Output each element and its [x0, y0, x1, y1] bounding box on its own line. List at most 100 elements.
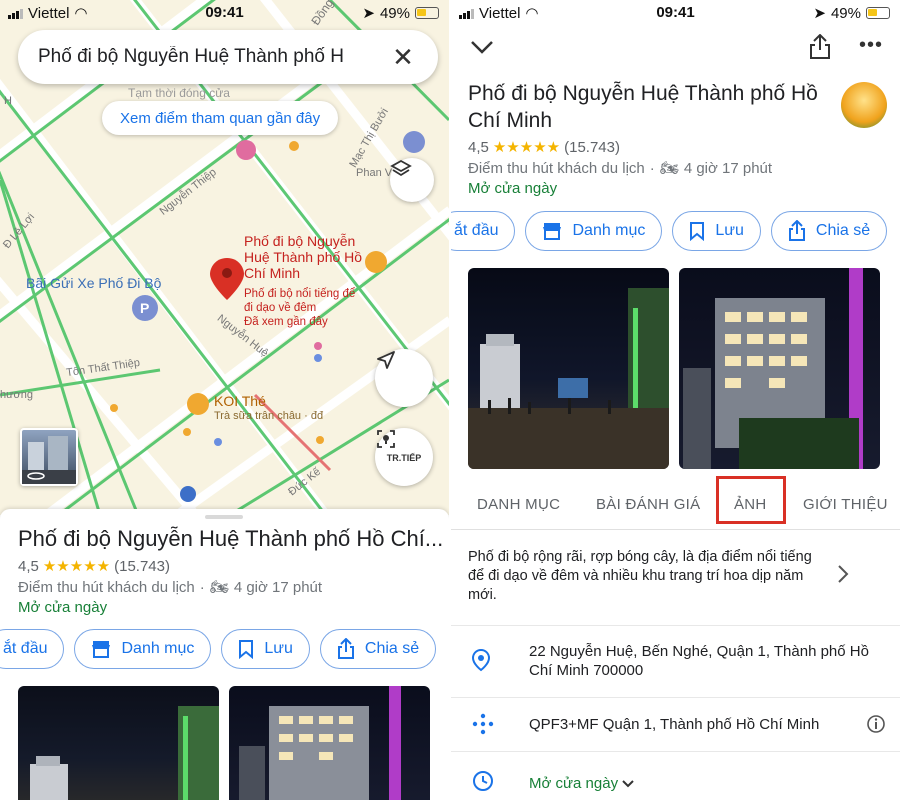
street-view-icon	[22, 436, 76, 484]
street-h: H	[4, 95, 12, 107]
photo-strip	[468, 268, 880, 469]
place-thumbnail[interactable]	[841, 82, 887, 128]
tab-reviews[interactable]: BÀI ĐÁNH GIÁ	[596, 478, 700, 530]
chevron-right-icon[interactable]	[836, 563, 850, 590]
live-view-icon	[377, 430, 395, 448]
review-count: (15.743)	[114, 557, 170, 575]
action-row: ắt đầu Danh mục Lưu Chia sẻ	[0, 629, 437, 669]
map-koi-desc: Trà sữa trân châu · đđ	[214, 410, 324, 422]
save-label: Lưu	[715, 222, 744, 239]
rating-row[interactable]: 4,5 ★★★★★ (15.743)	[18, 557, 170, 576]
rating-stars-icon: ★★★★★	[492, 139, 561, 156]
location-arrow-icon: ➤	[362, 5, 375, 22]
bookmark-icon	[238, 639, 254, 659]
category-button[interactable]: Danh mục	[74, 629, 212, 669]
category-label: Danh mục	[572, 222, 646, 239]
address-row[interactable]: 22 Nguyễn Huệ, Bến Nghé, Quận 1, Thành p…	[451, 625, 900, 697]
start-label: ắt đầu	[3, 640, 48, 657]
hours-text: Mở cửa ngày	[529, 775, 619, 792]
chevron-down-small-icon[interactable]	[621, 776, 635, 794]
category-button[interactable]: Danh mục	[525, 211, 663, 251]
rating-value: 4,5	[18, 557, 39, 575]
address-text: 22 Nguyễn Huệ, Bến Nghé, Quận 1, Thành p…	[529, 643, 869, 679]
place-title: Phố đi bộ Nguyễn Huệ Thành phố Hồ Chí...	[18, 526, 443, 551]
svg-text:P: P	[140, 300, 149, 316]
map-place-desc: Phố đi bộ nổi tiếng để đi dạo về đêm Đã …	[244, 288, 356, 328]
save-button[interactable]: Lưu	[672, 211, 761, 251]
location-arrow-icon: ➤	[813, 5, 826, 22]
share-icon	[337, 638, 355, 660]
hours-status: Mở cửa ngày	[468, 180, 558, 197]
photo-strip	[18, 686, 430, 800]
nearby-attractions-chip[interactable]: Xem điểm tham quan gần đây	[102, 101, 339, 135]
start-button[interactable]: ắt đầu	[451, 211, 516, 251]
battery-percent: 49%	[830, 4, 861, 22]
tab-categories[interactable]: DANH MỤC	[477, 478, 560, 530]
photo-night-square[interactable]	[468, 268, 669, 469]
plus-code-row[interactable]: QPF3+MF Quận 1, Thành phố Hồ Chí Minh	[451, 697, 900, 751]
photos-tab-highlight	[716, 476, 786, 524]
navigation-arrow-icon	[377, 351, 395, 369]
motorbike-icon: 🏍	[209, 579, 229, 596]
motorbike-icon: 🏍	[659, 160, 679, 177]
hours-row[interactable]: Mở cửa ngày	[451, 751, 900, 800]
bottom-sheet[interactable]: Phố đi bộ Nguyễn Huệ Thành phố Hồ Chí...…	[0, 509, 449, 800]
share-icon[interactable]	[809, 33, 831, 65]
sheet-handle[interactable]	[205, 515, 243, 519]
street-huong: hương	[0, 389, 33, 401]
category-label: Danh mục	[121, 640, 195, 657]
start-button[interactable]: ắt đầu	[0, 629, 65, 669]
share-label: Chia sẻ	[364, 640, 420, 657]
street-phan-van: Phan V	[356, 167, 393, 179]
photo-night-street[interactable]	[18, 686, 219, 800]
travel-time: 4 giờ 17 phút	[233, 578, 323, 596]
review-count: (15.743)	[564, 138, 620, 156]
close-icon[interactable]: ✕	[388, 42, 418, 73]
search-input[interactable]: Phố đi bộ Nguyễn Huệ Thành phố H	[38, 46, 388, 68]
rating-row[interactable]: 4,5 ★★★★★ (15.743)	[468, 138, 620, 157]
street-view-thumbnail[interactable]	[20, 428, 78, 486]
save-button[interactable]: Lưu	[221, 629, 310, 669]
locate-button[interactable]	[375, 349, 433, 407]
clock-icon	[471, 769, 495, 798]
status-bar: Viettel ◠ 09:41 ➤ 49%	[0, 0, 449, 26]
live-view-button[interactable]: TR.TIẾP	[375, 428, 433, 486]
category-label: Điểm thu hút khách du lịch	[18, 578, 195, 596]
share-icon	[788, 220, 806, 242]
battery-percent: 49%	[379, 4, 410, 22]
share-button[interactable]: Chia sẻ	[319, 629, 437, 669]
bookmark-icon	[689, 221, 705, 241]
plus-code-text: QPF3+MF Quận 1, Thành phố Hồ Chí Minh	[529, 716, 820, 733]
info-icon[interactable]	[866, 714, 886, 739]
tab-bar: DANH MỤC BÀI ĐÁNH GIÁ ẢNH GIỚI THIỆU	[451, 478, 900, 530]
more-options-icon[interactable]: •••	[859, 34, 883, 57]
store-icon	[91, 640, 111, 658]
right-screen: Viettel ◠ 09:41 ➤ 49% ••• Phố đi bộ Nguy…	[451, 0, 900, 800]
share-label: Chia sẻ	[815, 222, 871, 239]
category-label: Điểm thu hút khách du lịch	[468, 159, 645, 177]
action-row: ắt đầu Danh mục Lưu Chia sẻ	[451, 211, 888, 251]
store-icon	[542, 222, 562, 240]
photo-cafe-building[interactable]	[229, 686, 430, 800]
chevron-down-icon[interactable]	[469, 38, 495, 61]
left-screen: P Phố đi bộ Nguyễn Huệ Thành phố Hồ Chí …	[0, 0, 449, 800]
tab-about[interactable]: GIỚI THIỆU	[803, 478, 888, 530]
place-title: Phố đi bộ Nguyễn Huệ Thành phố Hồ Chí Mi…	[468, 82, 818, 132]
share-button[interactable]: Chia sẻ	[770, 211, 888, 251]
travel-time: 4 giờ 17 phút	[683, 159, 773, 177]
start-label: ắt đầu	[454, 222, 499, 239]
map-parking-label[interactable]: Bãi Gửi Xe Phố Đi Bộ	[26, 275, 161, 291]
meta-row: Điểm thu hút khách du lịch · 🏍 4 giờ 17 …	[18, 578, 323, 597]
photo-cafe-building[interactable]	[679, 268, 880, 469]
plus-code-icon	[471, 712, 495, 741]
battery-icon	[866, 7, 890, 19]
meta-row: Điểm thu hút khách du lịch · 🏍 4 giờ 17 …	[468, 159, 773, 178]
description[interactable]: Phố đi bộ rộng rãi, rợp bóng cây, là địa…	[468, 548, 828, 605]
map-koi-name[interactable]: KOI Thé	[214, 393, 266, 409]
map-place-name[interactable]: Phố đi bộ Nguyễn Huệ Thành phố Hồ Chí Mi…	[244, 233, 362, 281]
hours-status: Mở cửa ngày	[18, 599, 108, 616]
live-view-label: TR.TIẾP	[386, 453, 422, 463]
layers-button[interactable]	[390, 158, 434, 202]
top-nav: •••	[451, 30, 900, 74]
search-bar[interactable]: Phố đi bộ Nguyễn Huệ Thành phố H ✕	[18, 30, 438, 84]
